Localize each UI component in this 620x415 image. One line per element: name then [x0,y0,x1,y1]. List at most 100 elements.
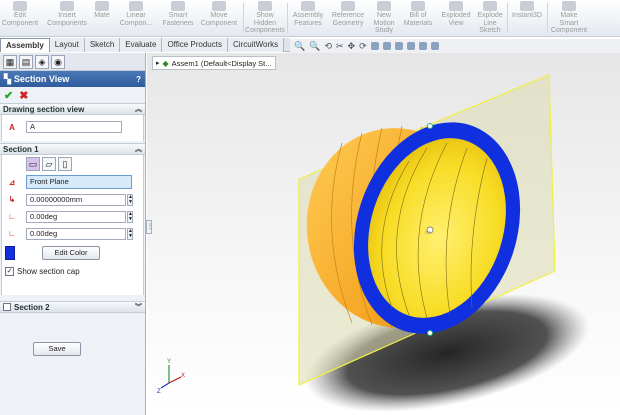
svg-text:Z: Z [157,389,161,395]
pan-icon[interactable]: ✥ [348,41,356,52]
feature-manager-tab-icon[interactable]: ▦ [3,55,17,69]
section-2-header[interactable]: Section 2 ︾ [0,301,145,313]
section-1-group: ▭ ▱ ▯ ⊿ Front Plane ↳ 0.00000000mm ▲ ▼ ∟ … [1,155,144,295]
assembly-icon: ◆ [162,58,169,68]
apply-scene-icon[interactable] [418,42,427,50]
section-view-icon: ▚ [4,73,11,84]
make-smart-component-button[interactable]: Make Smart Component [549,0,589,37]
instant3d-icon [520,1,534,11]
dimxpert-manager-tab-icon[interactable]: ◉ [51,55,65,69]
drawing-section-view-group: A A [1,115,144,141]
property-manager-panel: ▦ ▤ ◈ ◉ ▚ Section View ? ✔ ✖ Drawing sec… [0,53,146,415]
offset-distance-field[interactable]: 0.00000000mm [26,193,126,206]
close-icon[interactable]: ✖ [19,89,28,102]
drawing-section-view-header[interactable]: Drawing section view ︽ [0,103,145,115]
section-name-field[interactable]: A [26,121,122,133]
angle-x-spinner[interactable]: ▲ ▼ [127,210,133,223]
plane-top-handle[interactable] [427,123,433,129]
assembly-features-button[interactable]: Assembly Features [288,0,328,37]
front-plane-button-icon[interactable]: ▭ [26,157,40,171]
right-plane-button-icon[interactable]: ▯ [58,157,72,171]
section-plane-field[interactable]: Front Plane [26,175,132,189]
tab-office-products[interactable]: Office Products [162,38,228,52]
instant3d-button[interactable]: Instant3D [509,0,545,37]
feature-tree-flyout[interactable]: ▸ ◆ Assem1 (Default<Display St... [152,56,276,70]
expand-icon[interactable]: ▸ [156,59,160,67]
mate-button[interactable]: Mate [91,0,113,37]
insert-components-button[interactable]: Insert Components [44,0,90,37]
triad-icon: Y X Z [157,359,185,395]
show-hidden-components-button[interactable]: Show Hidden Components [245,0,285,37]
tab-layout[interactable]: Layout [49,38,85,52]
tab-sketch[interactable]: Sketch [84,38,121,52]
ribbon-separator [507,3,508,33]
tab-assembly[interactable]: Assembly [0,38,50,52]
bill-of-materials-button[interactable]: Bill of Materials [400,0,436,37]
top-plane-button-icon[interactable]: ▱ [42,157,56,171]
bom-icon [411,1,425,11]
pattern-icon [129,1,143,11]
graphics-area[interactable]: ▭ Y X Z [147,53,620,415]
explode-line-sketch-button[interactable]: Explode Line Sketch [474,0,506,37]
hide-show-items-icon[interactable] [394,42,403,50]
tab-evaluate[interactable]: Evaluate [120,38,163,52]
section-view-icon[interactable]: ✂ [336,41,344,52]
smart-fasteners-button[interactable]: Smart Fasteners [158,0,198,37]
explode-line-icon [483,1,497,11]
display-style-icon[interactable] [382,42,391,50]
edit-component-button[interactable]: Edit Component [2,0,38,37]
reference-plane-icon: ⊿ [8,177,16,187]
smart-component-icon [562,1,576,11]
view-settings-icon[interactable] [430,42,439,50]
reference-geometry-button[interactable]: Reference Geometry [328,0,368,37]
configuration-manager-tab-icon[interactable]: ◈ [35,55,49,69]
model-view: ▭ Y X Z [157,74,590,413]
section-2-checkbox[interactable] [3,303,11,311]
angle-x-field[interactable]: 0.00deg [26,210,126,223]
ribbon-separator [243,3,244,33]
mate-icon [95,1,109,11]
rotate-icon[interactable]: ⟳ [359,41,367,52]
panel-collapse-handle[interactable]: ⋮ [146,220,153,234]
property-manager-tab-icon[interactable]: ▤ [19,55,33,69]
chevron-down-icon[interactable]: ︾ [135,302,142,312]
command-manager-ribbon: Edit Component Insert Components Mate Li… [0,0,620,37]
offset-spinner[interactable]: ▲ ▼ [127,193,133,206]
zoom-to-fit-icon[interactable]: 🔍 [294,41,305,52]
edit-component-icon [13,1,27,11]
plane-bottom-handle[interactable] [427,330,433,336]
ok-cancel-row: ✔ ✖ [0,87,145,103]
save-button[interactable]: Save [33,342,81,356]
angle-y-field[interactable]: 0.00deg [26,227,126,240]
assembly-features-icon [301,1,315,11]
zoom-to-area-icon[interactable]: 🔍 [309,41,320,52]
property-manager-title: Section View [13,74,70,84]
show-section-cap-checkbox[interactable]: ✓ [5,266,14,276]
show-section-cap-label: Show section cap [17,266,80,276]
check-icon[interactable]: ✔ [4,89,13,102]
svg-text:X: X [181,373,185,379]
chevron-up-icon[interactable]: ︽ [135,144,142,154]
new-motion-study-button[interactable]: New Motion Study [368,0,400,37]
exploded-view-icon [449,1,463,11]
move-icon [212,1,226,11]
angle-y-spinner[interactable]: ▲ ▼ [127,227,133,240]
exploded-view-button[interactable]: Exploded View [438,0,474,37]
move-component-button[interactable]: Move Component [198,0,240,37]
section-1-header[interactable]: Section 1 ︽ [0,143,145,155]
linear-component-pattern-button[interactable]: Linear Compon... [116,0,156,37]
previous-view-icon[interactable]: ⟲ [324,41,332,52]
angle-y-icon: ∟ [8,229,16,238]
help-icon[interactable]: ? [136,75,141,84]
offset-distance-icon: ↳ [8,195,16,204]
edit-color-button[interactable]: Edit Color [42,246,100,260]
angle-x-icon: ∟ [8,212,16,221]
command-manager-tabs: Assembly Layout Sketch Evaluate Office P… [0,38,290,52]
tab-circuitworks[interactable]: CircuitWorks [227,38,285,52]
edit-appearance-icon[interactable] [406,42,415,50]
ribbon-separator [547,3,548,33]
chevron-up-icon[interactable]: ︽ [135,104,142,114]
svg-text:Y: Y [167,359,171,365]
motion-study-icon [377,1,391,11]
view-orientation-icon[interactable] [370,42,379,50]
